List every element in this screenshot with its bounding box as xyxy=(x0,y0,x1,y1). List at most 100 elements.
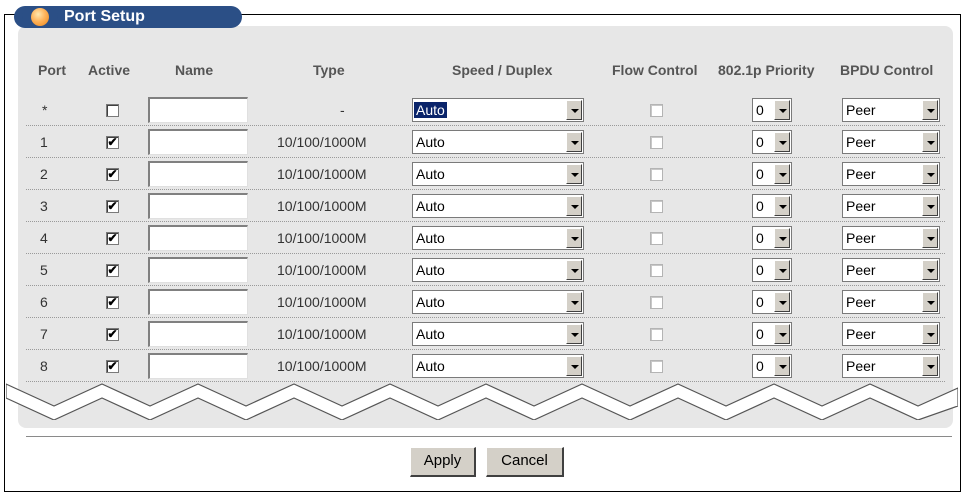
active-checkbox[interactable]: ✔ xyxy=(106,360,119,373)
bpdu-control-select[interactable]: Peer xyxy=(842,130,940,154)
active-checkbox[interactable]: ✔ xyxy=(106,136,119,149)
chevron-down-icon[interactable] xyxy=(774,292,790,312)
chevron-down-icon[interactable] xyxy=(566,356,582,376)
chevron-down-icon[interactable] xyxy=(922,100,938,120)
speed-duplex-select[interactable]: Auto xyxy=(412,290,584,314)
table-row: 7 ✔ 10/100/1000M Auto 0 Peer xyxy=(18,318,953,350)
chevron-down-icon[interactable] xyxy=(566,324,582,344)
port-name-input[interactable] xyxy=(148,193,248,219)
chevron-down-icon[interactable] xyxy=(774,356,790,376)
chevron-down-icon[interactable] xyxy=(566,260,582,280)
flow-control-checkbox[interactable] xyxy=(650,104,663,117)
speed-duplex-select[interactable]: Auto xyxy=(412,130,584,154)
chevron-down-icon[interactable] xyxy=(922,292,938,312)
chevron-down-icon[interactable] xyxy=(774,228,790,248)
bpdu-control-value: Peer xyxy=(846,134,876,150)
priority-select[interactable]: 0 xyxy=(752,258,792,282)
active-checkbox[interactable]: ✔ xyxy=(106,296,119,309)
chevron-down-icon[interactable] xyxy=(774,100,790,120)
chevron-down-icon[interactable] xyxy=(922,196,938,216)
flow-control-checkbox[interactable] xyxy=(650,264,663,277)
priority-select[interactable]: 0 xyxy=(752,130,792,154)
active-checkbox[interactable]: ✔ xyxy=(106,232,119,245)
priority-value: 0 xyxy=(756,326,764,342)
footer-divider xyxy=(26,436,952,437)
chevron-down-icon[interactable] xyxy=(922,132,938,152)
priority-select[interactable]: 0 xyxy=(752,194,792,218)
port-type: 10/100/1000M xyxy=(277,230,367,246)
flow-control-checkbox[interactable] xyxy=(650,328,663,341)
chevron-down-icon[interactable] xyxy=(774,164,790,184)
active-checkbox[interactable]: ✔ xyxy=(106,264,119,277)
bpdu-control-select[interactable]: Peer xyxy=(842,194,940,218)
speed-duplex-select[interactable]: Auto xyxy=(412,354,584,378)
chevron-down-icon[interactable] xyxy=(566,196,582,216)
chevron-down-icon[interactable] xyxy=(774,324,790,344)
active-checkbox[interactable]: ✔ xyxy=(106,328,119,341)
panel-title: Port Setup xyxy=(64,8,145,25)
chevron-down-icon[interactable] xyxy=(566,132,582,152)
bpdu-control-select[interactable]: Peer xyxy=(842,226,940,250)
bpdu-control-select[interactable]: Peer xyxy=(842,290,940,314)
port-type: 10/100/1000M xyxy=(277,294,367,310)
priority-select[interactable]: 0 xyxy=(752,290,792,314)
speed-duplex-select[interactable]: Auto xyxy=(412,322,584,346)
bpdu-control-select[interactable]: Peer xyxy=(842,162,940,186)
chevron-down-icon[interactable] xyxy=(566,100,582,120)
priority-select[interactable]: 0 xyxy=(752,354,792,378)
chevron-down-icon[interactable] xyxy=(566,292,582,312)
priority-select[interactable]: 0 xyxy=(752,322,792,346)
speed-duplex-select[interactable]: Auto xyxy=(412,162,584,186)
port-name-input[interactable] xyxy=(148,97,248,123)
port-type: 10/100/1000M xyxy=(277,166,367,182)
bpdu-control-select[interactable]: Peer xyxy=(842,98,940,122)
chevron-down-icon[interactable] xyxy=(922,228,938,248)
port-number: 5 xyxy=(40,262,48,278)
port-number: 8 xyxy=(40,358,48,374)
port-name-input[interactable] xyxy=(148,257,248,283)
chevron-down-icon[interactable] xyxy=(922,324,938,344)
active-checkbox[interactable]: ✔ xyxy=(106,200,119,213)
chevron-down-icon[interactable] xyxy=(566,164,582,184)
column-header-port: Port xyxy=(38,62,66,78)
flow-control-checkbox[interactable] xyxy=(650,168,663,181)
port-type: 10/100/1000M xyxy=(277,262,367,278)
bpdu-control-select[interactable]: Peer xyxy=(842,354,940,378)
speed-duplex-select[interactable]: Auto xyxy=(412,258,584,282)
bpdu-control-select[interactable]: Peer xyxy=(842,322,940,346)
speed-duplex-value: Auto xyxy=(416,166,445,182)
port-name-input[interactable] xyxy=(148,289,248,315)
orb-icon xyxy=(22,8,58,26)
chevron-down-icon[interactable] xyxy=(774,260,790,280)
active-checkbox[interactable] xyxy=(106,104,119,117)
column-header-bpdu: BPDU Control xyxy=(840,62,934,78)
active-checkbox[interactable]: ✔ xyxy=(106,168,119,181)
port-name-input[interactable] xyxy=(148,161,248,187)
port-type: 10/100/1000M xyxy=(277,198,367,214)
flow-control-checkbox[interactable] xyxy=(650,136,663,149)
speed-duplex-select[interactable]: Auto xyxy=(412,226,584,250)
priority-value: 0 xyxy=(756,102,764,118)
port-name-input[interactable] xyxy=(148,129,248,155)
chevron-down-icon[interactable] xyxy=(566,228,582,248)
chevron-down-icon[interactable] xyxy=(774,132,790,152)
priority-select[interactable]: 0 xyxy=(752,162,792,186)
port-name-input[interactable] xyxy=(148,321,248,347)
cancel-button[interactable]: Cancel xyxy=(486,447,564,477)
flow-control-checkbox[interactable] xyxy=(650,232,663,245)
apply-button[interactable]: Apply xyxy=(410,447,476,477)
speed-duplex-select[interactable]: Auto xyxy=(412,98,584,122)
flow-control-checkbox[interactable] xyxy=(650,360,663,373)
speed-duplex-select[interactable]: Auto xyxy=(412,194,584,218)
chevron-down-icon[interactable] xyxy=(922,164,938,184)
flow-control-checkbox[interactable] xyxy=(650,200,663,213)
priority-select[interactable]: 0 xyxy=(752,226,792,250)
priority-select[interactable]: 0 xyxy=(752,98,792,122)
chevron-down-icon[interactable] xyxy=(922,260,938,280)
port-name-input[interactable] xyxy=(148,225,248,251)
chevron-down-icon[interactable] xyxy=(774,196,790,216)
chevron-down-icon[interactable] xyxy=(922,356,938,376)
bpdu-control-select[interactable]: Peer xyxy=(842,258,940,282)
flow-control-checkbox[interactable] xyxy=(650,296,663,309)
port-number: 3 xyxy=(40,198,48,214)
